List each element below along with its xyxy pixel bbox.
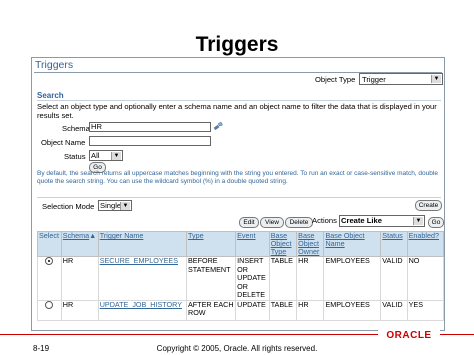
triggers-panel: Triggers Object Type Trigger ▼ Search Se… [31, 57, 445, 331]
status-select[interactable]: All ▼ [89, 150, 123, 161]
base-object-name-cell: EMPLOYEES [323, 299, 382, 321]
base-object-owner-cell: HR [296, 256, 325, 301]
type-cell: AFTER EACH ROW [185, 299, 237, 321]
search-tip: By default, the search returns all upper… [37, 170, 438, 185]
actions-select[interactable]: Create Like ▼ [339, 215, 425, 227]
col-base-object-type[interactable]: Base Object Type [268, 231, 298, 257]
event-cell: INSERT OR UPDATE OR DELETE [235, 256, 270, 301]
create-button[interactable]: Create [415, 200, 442, 211]
trigger-name-link[interactable]: UPDATE_JOB_HISTORY [100, 300, 182, 309]
row-radio[interactable] [45, 300, 53, 309]
flashlight-icon[interactable] [213, 121, 223, 131]
chevron-down-icon: ▼ [413, 217, 423, 225]
actions-toolbar: Edit View Delete Actions Create Like ▼ G… [239, 215, 444, 228]
search-heading: Search [37, 91, 64, 100]
base-object-name-cell: EMPLOYEES [323, 256, 382, 301]
enabled-cell: YES [406, 299, 444, 321]
trigger-name-link[interactable]: SECURE_EMPLOYEES [100, 256, 178, 265]
schema-label: Schema [62, 124, 90, 133]
search-divider [37, 100, 441, 101]
copyright-notice: Copyright © 2005, Oracle. All rights res… [156, 344, 318, 353]
event-cell: UPDATE [235, 299, 270, 321]
sort-icon: ▲ [89, 231, 97, 240]
col-type[interactable]: Type [185, 231, 237, 257]
col-enabled[interactable]: Enabled? [406, 231, 444, 257]
chevron-down-icon: ▼ [111, 152, 121, 160]
col-type-label: Type [188, 231, 204, 240]
selection-mode-label: Selection Mode [42, 202, 95, 211]
type-cell: BEFORE STATEMENT [185, 256, 237, 301]
col-base-object-name-label: Base Object Name [325, 231, 365, 248]
col-status[interactable]: Status [380, 231, 408, 257]
table-row[interactable]: HR UPDATE_JOB_HISTORY AFTER EACH ROW UPD… [37, 299, 444, 321]
results-divider [37, 197, 441, 198]
col-base-object-name[interactable]: Base Object Name [323, 231, 382, 257]
table-row[interactable]: HR SECURE_EMPLOYEES BEFORE STATEMENT INS… [37, 256, 444, 301]
slide-title: Triggers [195, 33, 279, 56]
row-radio[interactable] [45, 257, 53, 265]
status-cell: VALID [380, 256, 408, 301]
col-base-object-owner[interactable]: Base Object Owner [296, 231, 325, 257]
table-header-row: Select Schema▲ Trigger Name Type Event B… [37, 231, 444, 257]
selection-mode-value: Single [100, 201, 122, 210]
status-cell: VALID [380, 299, 408, 321]
base-object-type-cell: TABLE [268, 299, 298, 321]
object-type-value: Trigger [362, 75, 386, 84]
col-trigger-name[interactable]: Trigger Name [97, 231, 188, 257]
actions-label: Actions [312, 216, 337, 225]
actions-value: Create Like [341, 216, 382, 225]
chevron-down-icon: ▼ [120, 202, 130, 210]
delete-button[interactable]: Delete [285, 217, 313, 228]
object-type-select[interactable]: Trigger ▼ [359, 73, 443, 85]
enabled-cell: NO [406, 256, 444, 301]
schema-cell: HR [60, 256, 99, 301]
object-name-label: Object Name [41, 138, 86, 147]
row-select-cell [37, 299, 62, 321]
oracle-logo: ORACLE [378, 330, 440, 341]
col-status-label: Status [382, 231, 403, 240]
object-type-label: Object Type [315, 75, 356, 84]
panel-header: Triggers [32, 58, 444, 72]
schema-cell: HR [60, 299, 99, 321]
col-event[interactable]: Event [235, 231, 270, 257]
trigger-name-cell: SECURE_EMPLOYEES [97, 256, 188, 301]
col-select: Select [37, 231, 62, 257]
col-event-label: Event [237, 231, 256, 240]
col-schema[interactable]: Schema▲ [60, 231, 99, 257]
edit-button[interactable]: Edit [239, 217, 259, 228]
triggers-table: Select Schema▲ Trigger Name Type Event B… [37, 231, 444, 321]
col-schema-label: Schema [62, 231, 90, 240]
base-object-owner-cell: HR [296, 299, 325, 321]
object-name-input[interactable] [89, 136, 211, 146]
search-description: Select an object type and optionally ent… [37, 102, 437, 120]
trigger-name-cell: UPDATE_JOB_HISTORY [97, 299, 188, 321]
selection-mode-select[interactable]: Single ▼ [98, 200, 132, 211]
status-value: All [91, 151, 100, 160]
schema-input[interactable]: HR [89, 122, 211, 132]
status-label: Status [64, 152, 86, 161]
base-object-type-cell: TABLE [268, 256, 298, 301]
panel-title: Triggers [35, 59, 74, 71]
actions-go-button[interactable]: Go [428, 217, 444, 228]
col-base-object-owner-label: Base Object Owner [298, 231, 320, 256]
col-trigger-name-label: Trigger Name [99, 231, 144, 240]
chevron-down-icon: ▼ [431, 75, 441, 83]
col-enabled-label: Enabled? [408, 231, 439, 240]
col-base-object-type-label: Base Object Type [270, 231, 292, 256]
view-button[interactable]: View [260, 217, 284, 228]
row-select-cell [37, 256, 62, 301]
